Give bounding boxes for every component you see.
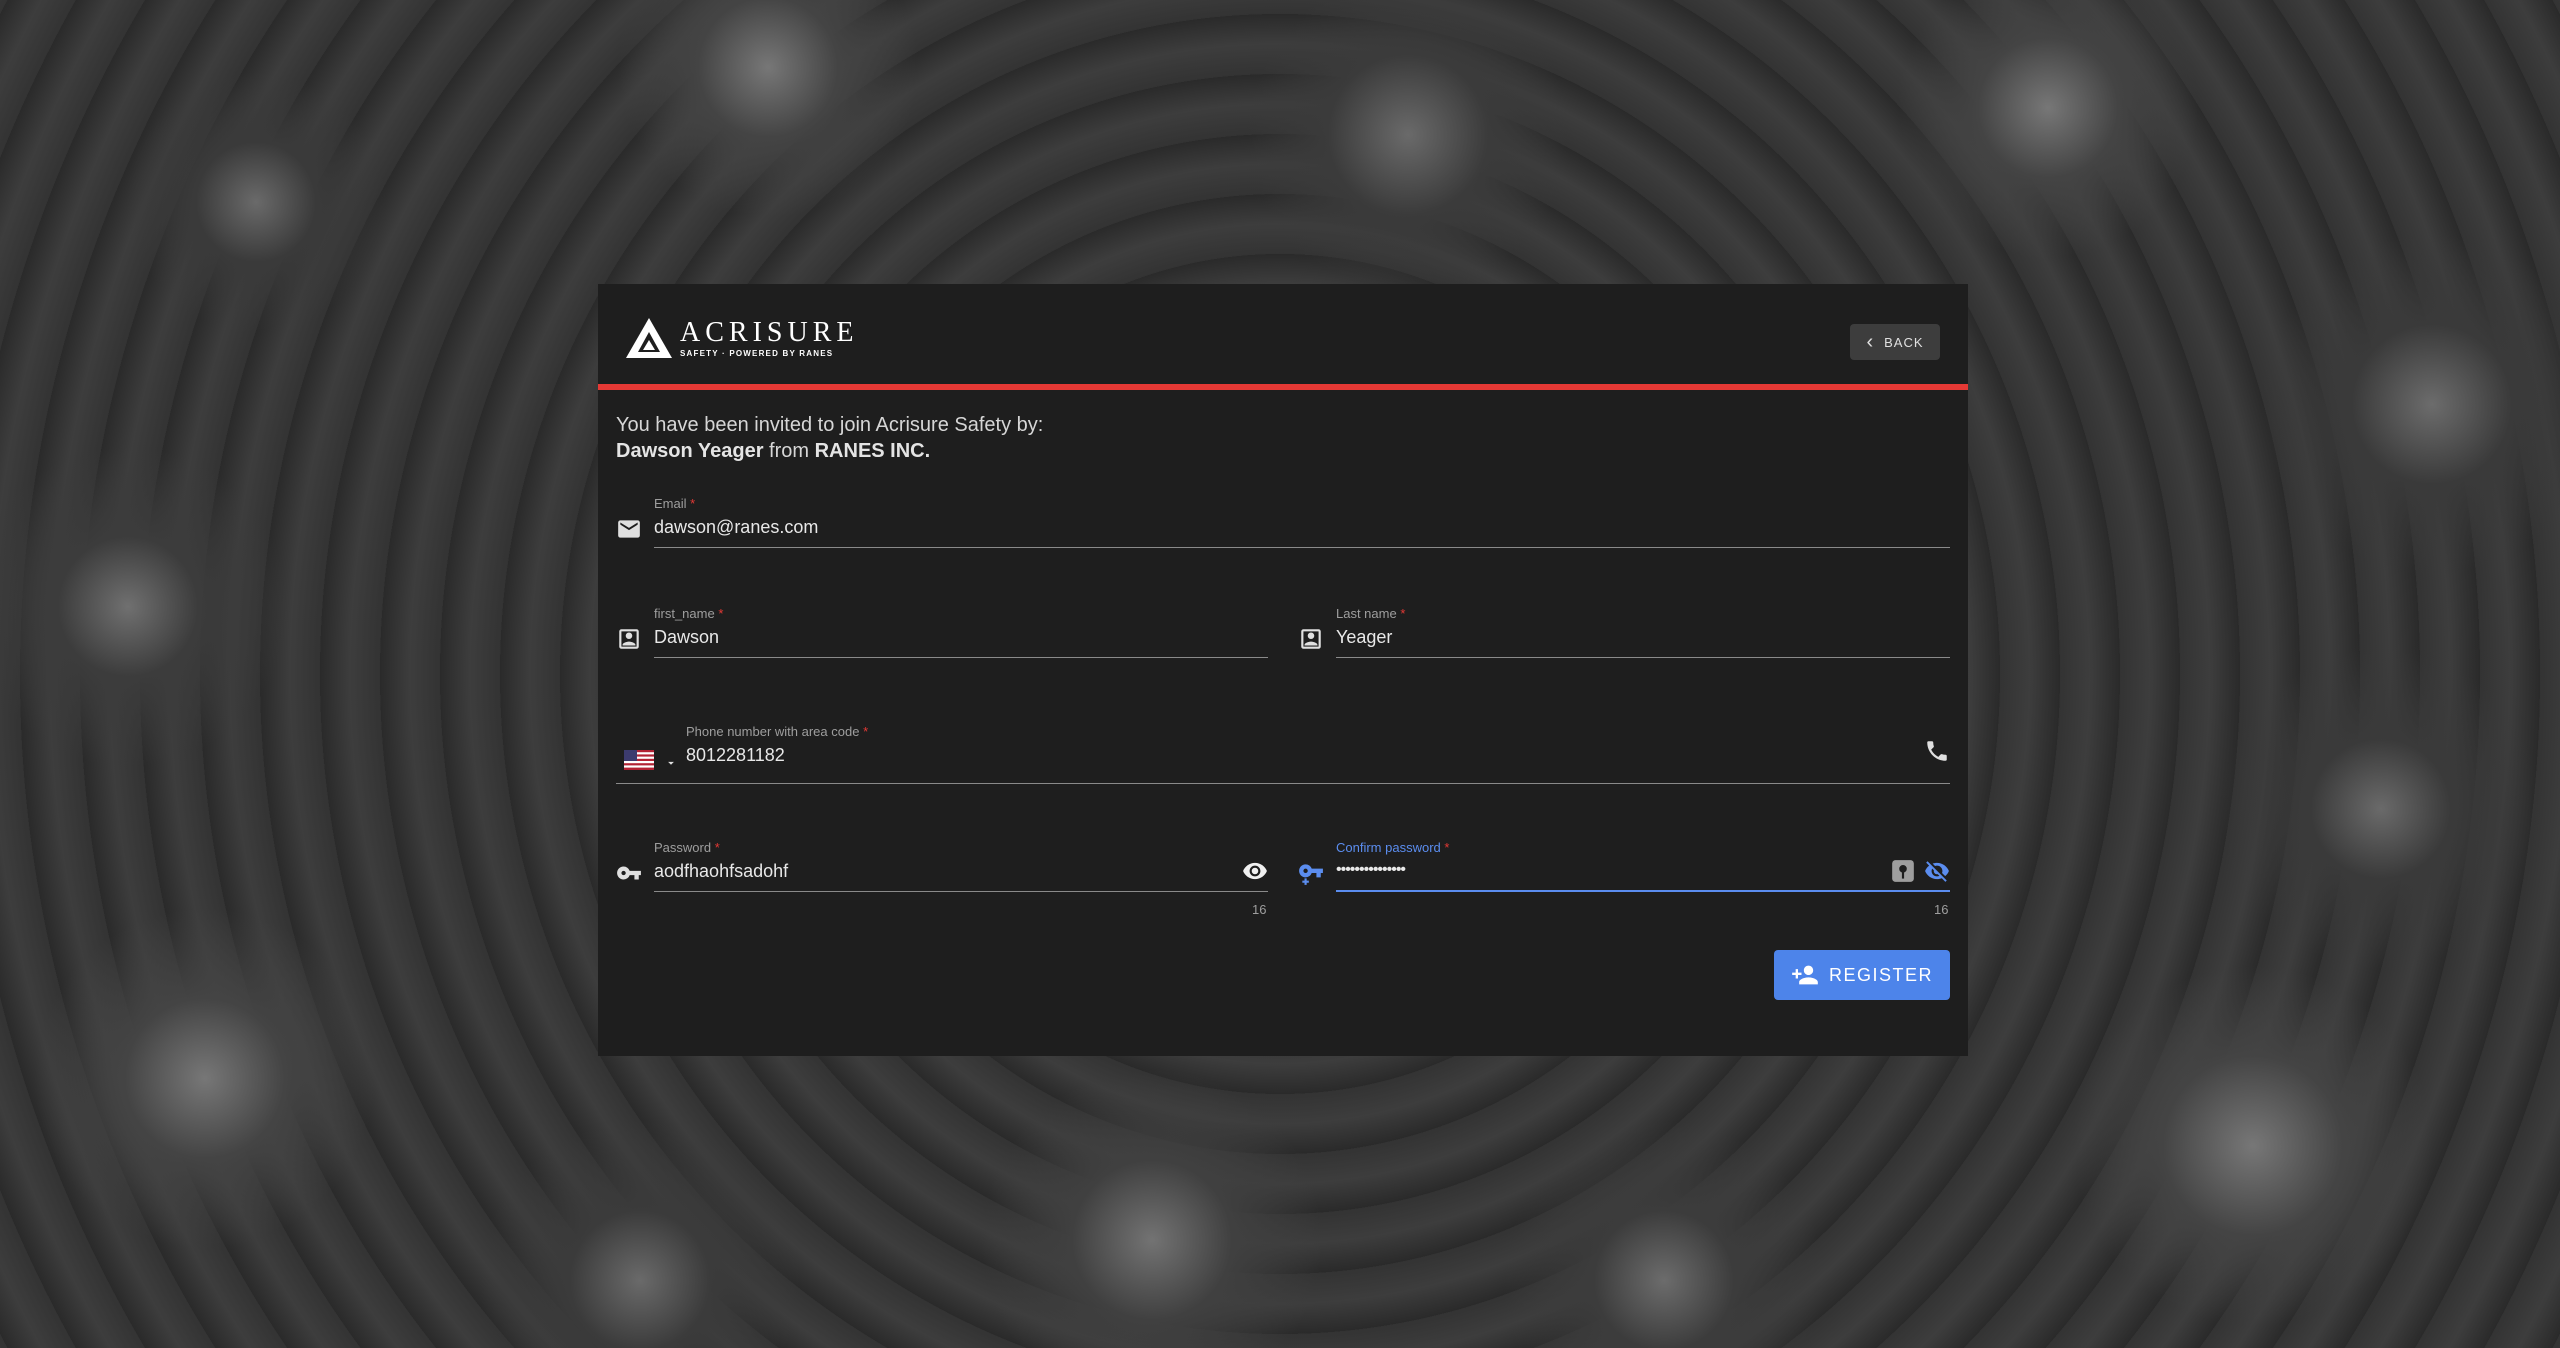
contact-card-icon [1301,629,1321,649]
first-name-label: first_name [654,606,715,621]
password-field[interactable]: Password * aodfhaohfsadohf [654,840,1268,892]
last-name-field[interactable]: Last name * Yeager [1336,606,1950,658]
phone-input[interactable]: 8012281182 [686,745,868,766]
acrisure-logo-icon [626,318,672,358]
us-flag-icon [624,750,654,770]
password-char-counter: 16 [1252,902,1267,917]
confirm-password-char-counter: 16 [1934,902,1949,917]
email-icon [618,520,640,538]
required-marker: * [690,496,696,511]
email-input[interactable]: dawson@ranes.com [654,517,1950,538]
register-button-label: REGISTER [1828,964,1933,985]
contact-card-icon [619,629,639,649]
eye-icon[interactable] [1242,858,1268,884]
first-name-input[interactable]: Dawson [654,627,1268,648]
required-marker: * [1444,840,1450,855]
logo-tagline: SAFETY · POWERED BY RANES [680,348,834,358]
invite-message: You have been invited to join Acrisure S… [616,412,1043,464]
phone-field: Phone number with area code * 8012281182 [616,724,1950,784]
password-label: Password [654,840,712,855]
country-select[interactable] [624,748,688,778]
key-plus-icon [1299,864,1323,885]
required-marker: * [714,840,720,855]
password-input[interactable]: aodfhaohfsadohf [654,861,1268,882]
inviter-name: Dawson Yeager [616,440,764,462]
invite-line: You have been invited to join Acrisure S… [616,414,1044,436]
password-underline [654,891,1268,892]
first-name-underline [654,657,1268,658]
card-header: ACRISURE SAFETY · POWERED BY RANES ‹ BAC… [598,284,1968,390]
email-field[interactable]: Email * dawson@ranes.com [654,496,1950,548]
phone-icon [1927,741,1947,761]
required-marker: * [718,606,724,621]
chevron-left-icon: ‹ [1866,331,1875,353]
key-icon [617,866,641,880]
phone-label: Phone number with area code [686,724,860,739]
from-word: from [769,440,810,462]
caret-down-icon [668,761,674,765]
person-add-icon [1792,965,1818,985]
confirm-password-input[interactable]: ••••••••••••••• [1336,861,1950,879]
acrisure-logo: ACRISURE SAFETY · POWERED BY RANES [626,318,858,358]
confirm-password-underline [1336,890,1950,892]
required-marker: * [1400,606,1406,621]
email-label: Email [654,496,687,511]
register-button[interactable]: REGISTER [1774,950,1950,1000]
logo-name: ACRISURE [680,316,859,348]
back-button-label: BACK [1884,334,1924,350]
required-marker: * [863,724,869,739]
inviter-company: RANES INC. [814,440,931,462]
last-name-input[interactable]: Yeager [1336,627,1950,648]
confirm-password-field[interactable]: Confirm password * ••••••••••••••• [1336,840,1950,892]
back-button[interactable]: ‹ BACK [1850,324,1940,360]
last-name-underline [1336,657,1950,658]
eye-off-icon[interactable] [1924,858,1950,884]
phone-underline [616,783,1950,784]
email-underline [654,547,1950,548]
first-name-field[interactable]: first_name * Dawson [654,606,1268,658]
confirm-password-label: Confirm password [1336,840,1441,855]
registration-card: ACRISURE SAFETY · POWERED BY RANES ‹ BAC… [598,284,1968,1056]
password-manager-icon[interactable] [1890,858,1916,884]
last-name-label: Last name [1336,606,1397,621]
